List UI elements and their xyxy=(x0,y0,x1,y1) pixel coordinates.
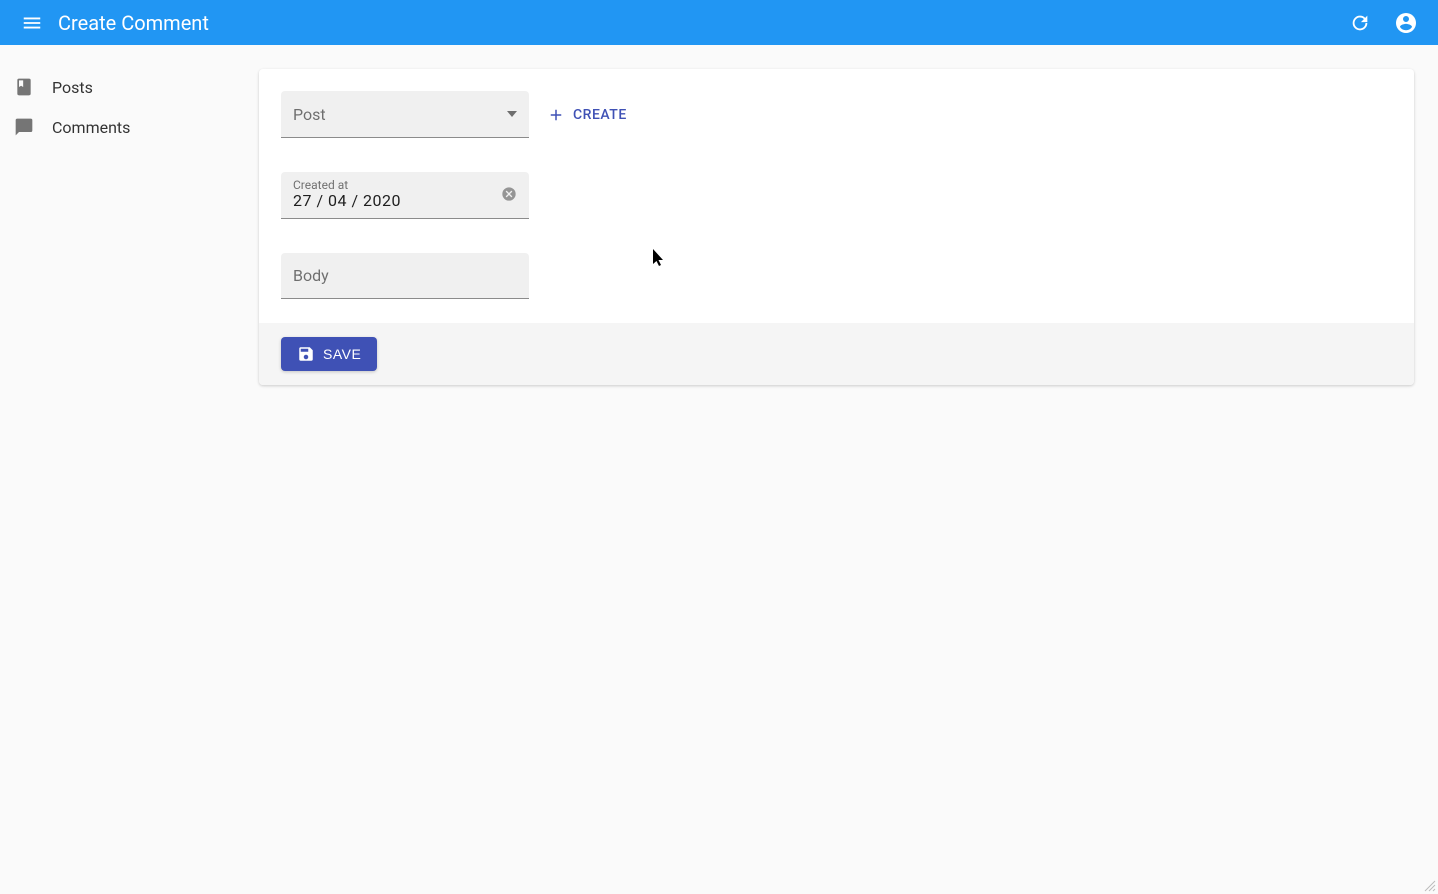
refresh-button[interactable] xyxy=(1348,11,1372,35)
book-icon xyxy=(13,76,35,98)
create-post-label: CREATE xyxy=(573,107,627,123)
layout: Posts Comments Post xyxy=(0,45,1438,894)
body-placeholder: Body xyxy=(293,266,329,285)
save-icon xyxy=(297,345,315,363)
appbar-actions xyxy=(1348,11,1418,35)
account-circle-icon xyxy=(1394,11,1418,35)
created-at-value: 27 / 04 / 2020 xyxy=(293,191,401,210)
form-body: Post CREATE Created at xyxy=(259,69,1414,323)
body-field[interactable]: Body xyxy=(281,253,529,299)
sidebar-item-label: Comments xyxy=(52,118,130,137)
account-button[interactable] xyxy=(1394,11,1418,35)
appbar: Create Comment xyxy=(0,0,1438,45)
create-post-button[interactable]: CREATE xyxy=(539,100,635,130)
main-content: Post CREATE Created at xyxy=(235,45,1438,894)
created-at-field[interactable]: Created at 27 / 04 / 2020 xyxy=(281,172,529,219)
sidebar-item-posts[interactable]: Posts xyxy=(0,67,235,107)
post-select-placeholder: Post xyxy=(293,105,507,124)
refresh-icon xyxy=(1349,12,1371,34)
form-footer: SAVE xyxy=(259,323,1414,385)
save-button-label: SAVE xyxy=(323,346,361,362)
clear-date-button[interactable] xyxy=(501,186,519,204)
chat-icon xyxy=(13,116,35,138)
sidebar-item-label: Posts xyxy=(52,78,93,97)
form-card: Post CREATE Created at xyxy=(259,69,1414,385)
sidebar-item-comments[interactable]: Comments xyxy=(0,107,235,147)
post-select[interactable]: Post xyxy=(281,91,529,138)
save-button[interactable]: SAVE xyxy=(281,337,377,371)
created-at-label: Created at xyxy=(293,178,348,192)
plus-icon xyxy=(547,106,565,124)
sidebar: Posts Comments xyxy=(0,45,235,894)
cancel-circle-icon xyxy=(501,186,519,202)
page-title: Create Comment xyxy=(58,11,1348,35)
hamburger-icon xyxy=(21,12,43,34)
menu-button[interactable] xyxy=(20,11,44,35)
dropdown-arrow-icon xyxy=(507,111,517,117)
